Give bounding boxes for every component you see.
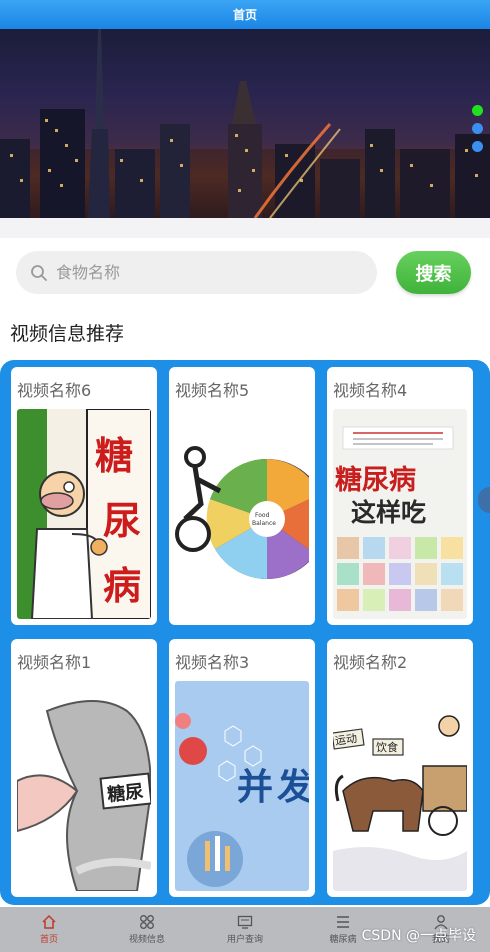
nav-item-home[interactable]: 首页 <box>0 907 98 952</box>
video-thumbnail[interactable]: 糖尿病 这样吃 <box>333 409 467 619</box>
page-title: 首页 <box>232 8 257 22</box>
video-card[interactable]: 视频名称6 糖 尿 病 <box>11 367 157 625</box>
video-card[interactable]: 视频名称3 并 发 <box>169 639 315 897</box>
video-card-title: 视频名称4 <box>333 381 408 400</box>
watermark: CSDN @一点毕设 <box>361 928 476 944</box>
svg-text:并: 并 <box>237 767 273 808</box>
carousel-dot[interactable] <box>472 141 483 152</box>
tv-icon <box>237 915 253 929</box>
video-grid: 视频名称6 糖 尿 病 视频名称5 Food Balance 视频名称4 糖尿病… <box>0 360 490 905</box>
carousel-dot[interactable] <box>472 105 483 116</box>
video-thumbnail[interactable]: 运动 饮食 <box>333 681 467 891</box>
svg-text:糖: 糖 <box>95 434 133 478</box>
video-card-title: 视频名称3 <box>175 653 250 672</box>
video-card-title: 视频名称6 <box>17 381 92 400</box>
svg-text:糖尿病: 糖尿病 <box>335 464 416 496</box>
video-card[interactable]: 视频名称4 糖尿病 这样吃 <box>327 367 473 625</box>
home-icon <box>42 914 56 929</box>
svg-text:Balance: Balance <box>252 520 276 527</box>
svg-text:饮食: 饮食 <box>376 740 398 754</box>
grid-icon <box>140 915 154 929</box>
nav-label: 糖尿病 <box>329 935 357 945</box>
svg-text:发: 发 <box>277 767 309 808</box>
video-thumbnail[interactable]: 糖 尿 病 <box>17 409 151 619</box>
nav-label: 首页 <box>39 935 58 945</box>
nav-label: 视频信息 <box>128 935 165 945</box>
video-thumbnail[interactable]: 糖尿 <box>17 681 151 891</box>
carousel-dot[interactable] <box>472 123 483 134</box>
search-input[interactable] <box>56 263 336 282</box>
nav-item-user-query[interactable]: 用户查询 <box>196 907 294 952</box>
video-card[interactable]: 视频名称1 糖尿 <box>11 639 157 897</box>
divider <box>0 218 490 238</box>
svg-text:糖尿: 糖尿 <box>106 780 144 806</box>
list-icon <box>337 916 349 928</box>
svg-text:尿: 尿 <box>103 499 141 543</box>
banner-carousel[interactable] <box>0 29 490 218</box>
video-thumbnail[interactable]: 并 发 <box>175 681 309 891</box>
nav-item-video[interactable]: 视频信息 <box>98 907 196 952</box>
video-thumbnail[interactable]: Food Balance <box>175 409 309 619</box>
section-title: 视频信息推荐 <box>10 323 125 345</box>
search-box[interactable] <box>16 251 377 294</box>
carousel-dots <box>472 105 483 152</box>
search-button[interactable]: 搜索 <box>396 251 471 294</box>
svg-text:这样吃: 这样吃 <box>351 498 426 527</box>
svg-text:病: 病 <box>103 564 141 608</box>
video-card-title: 视频名称2 <box>333 653 408 672</box>
search-icon <box>31 264 47 281</box>
video-card[interactable]: 视频名称5 Food Balance <box>169 367 315 625</box>
video-card-title: 视频名称1 <box>17 653 92 672</box>
city-night-image <box>0 29 490 218</box>
nav-label: 用户查询 <box>226 935 263 945</box>
video-card[interactable]: 视频名称2 运动 饮食 <box>327 639 473 897</box>
svg-text:Food: Food <box>255 512 270 519</box>
video-card-title: 视频名称5 <box>175 381 250 400</box>
top-bar: 首页 <box>0 0 490 29</box>
